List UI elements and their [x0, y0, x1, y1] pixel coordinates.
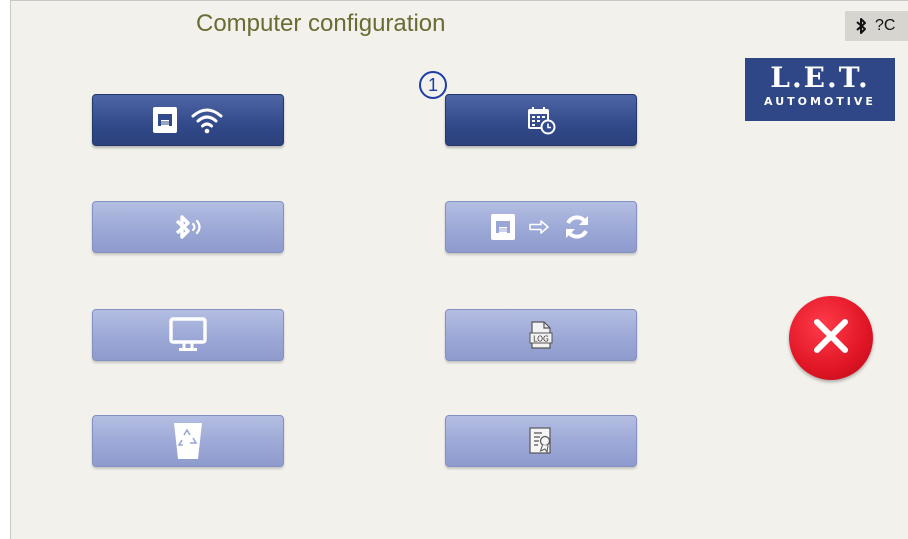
- log-button[interactable]: LOG: [445, 309, 637, 361]
- network-sync-button[interactable]: [445, 201, 637, 253]
- logo-line2: AUTOMOTIVE: [764, 95, 876, 108]
- ethernet-icon: [490, 213, 516, 241]
- step-badge: 1: [419, 71, 447, 99]
- bluetooth-signal-icon: [171, 212, 205, 242]
- certificate-button[interactable]: [445, 415, 637, 467]
- status-bar: ?C: [845, 11, 908, 41]
- refresh-icon: [562, 212, 592, 242]
- display-button[interactable]: [92, 309, 284, 361]
- log-file-icon: LOG: [528, 320, 554, 350]
- logo-line1: L.E.T.: [770, 61, 870, 94]
- certificate-icon: [527, 426, 555, 456]
- close-icon: [811, 316, 851, 361]
- recycle-button[interactable]: [92, 415, 284, 467]
- date-time-button[interactable]: [445, 94, 637, 146]
- let-automotive-logo: L.E.T. AUTOMOTIVE: [745, 58, 895, 121]
- bluetooth-button[interactable]: [92, 201, 284, 253]
- arrow-right-icon: [528, 219, 550, 235]
- close-button[interactable]: [789, 296, 873, 380]
- wifi-icon: [190, 106, 224, 134]
- monitor-icon: [169, 317, 207, 353]
- calendar-clock-icon: [526, 105, 556, 135]
- svg-text:LOG: LOG: [533, 335, 549, 344]
- help-status-text[interactable]: ?C: [875, 17, 895, 35]
- recycle-bin-icon: [172, 421, 204, 461]
- ethernet-icon: [152, 106, 178, 134]
- config-screen: Computer configuration ?C L.E.T. AUTOMOT…: [10, 0, 908, 539]
- bluetooth-icon: [855, 17, 867, 35]
- page-title: Computer configuration: [196, 10, 446, 37]
- network-wifi-button[interactable]: [92, 94, 284, 146]
